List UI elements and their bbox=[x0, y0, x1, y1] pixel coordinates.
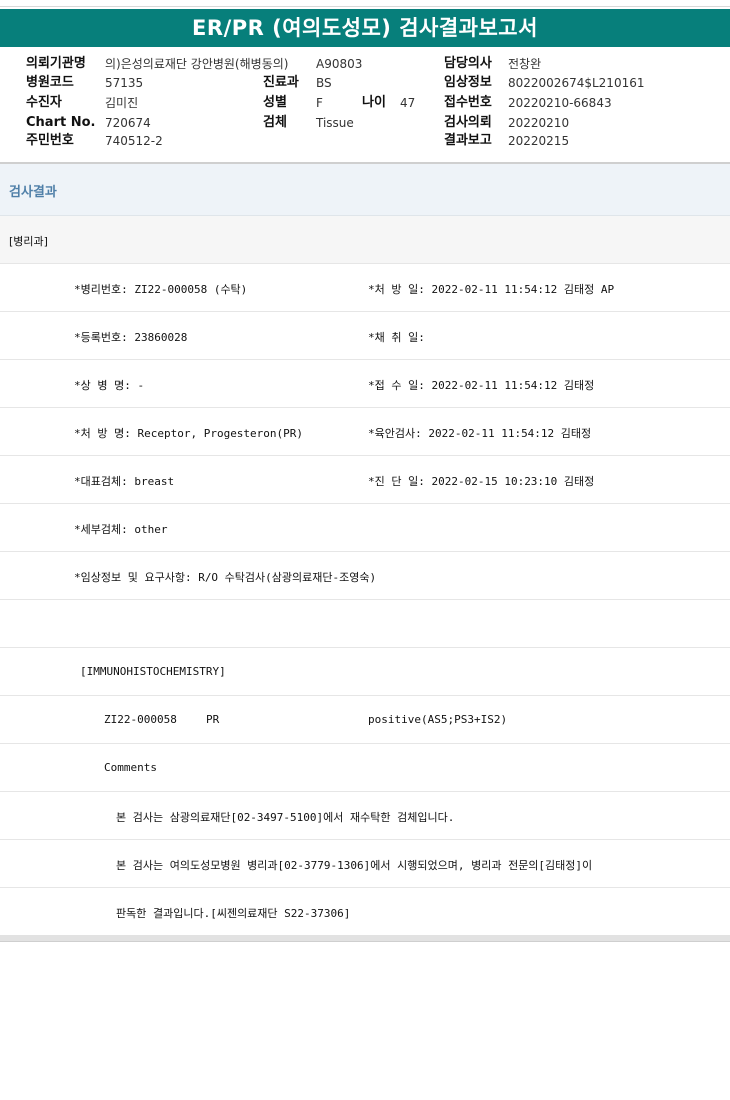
hospital-code: A90803 bbox=[316, 57, 363, 71]
result-row: 본 검사는 여의도성모병원 병리과[02-3779-1306]에서 시행되었으며… bbox=[0, 840, 730, 888]
header-row-1: 의뢰기관명 의)은성의료재단 강안병원(해병동의) A90803 담당의사 전창… bbox=[0, 54, 730, 74]
id-value: 740512-2 bbox=[105, 134, 163, 148]
result-row: *처 방 명: Receptor, Progesteron(PR) *육안검사:… bbox=[0, 408, 730, 456]
ihc-heading: [IMMUNOHISTOCHEMISTRY] bbox=[80, 665, 226, 678]
header-row-5: 주민번호 740512-2 결과보고 20220215 bbox=[0, 131, 730, 151]
ihc-case-number: ZI22-000058 bbox=[104, 713, 177, 726]
order-date: *처 방 일: 2022-02-11 11:54:12 김태정 AP bbox=[368, 283, 615, 296]
report-title: ER/PR (여의도성모) 검사결과보고서 bbox=[0, 9, 730, 47]
patient-value: 김미진 bbox=[105, 96, 139, 110]
order-name: *처 방 명: Receptor, Progesteron(PR) bbox=[74, 427, 304, 440]
result-row: *세부검체: other bbox=[0, 504, 730, 552]
doctor-label: 담당의사 bbox=[444, 56, 492, 71]
section-title-bar: 검사결과 bbox=[0, 164, 730, 216]
dept-value: BS bbox=[316, 76, 332, 90]
receipt-label: 접수번호 bbox=[444, 95, 492, 110]
receipt-date: *접 수 일: 2022-02-11 11:54:12 김태정 bbox=[368, 379, 595, 392]
result-row: *대표검체: breast *진 단 일: 2022-02-15 10:23:1… bbox=[0, 456, 730, 504]
ihc-result: positive(AS5;PS3+IS2) bbox=[368, 713, 508, 726]
code-value: 57135 bbox=[105, 76, 144, 90]
pathology-number: *병리번호: ZI22-000058 (수탁) bbox=[74, 283, 248, 296]
result-row: Comments bbox=[0, 744, 730, 792]
request-label: 검사의뢰 bbox=[444, 115, 492, 130]
specimen-value: Tissue bbox=[316, 116, 354, 130]
chart-value: 720674 bbox=[105, 116, 151, 130]
ihc-marker: PR bbox=[206, 713, 220, 726]
receipt-value: 20220210-66843 bbox=[508, 96, 612, 110]
result-row: *임상정보 및 요구사항: R/O 수탁검사(삼광의료재단-조영숙) bbox=[0, 552, 730, 600]
comment-line-3: 판독한 결과입니다.[씨젠의료재단 S22-37306] bbox=[116, 907, 351, 920]
report-value: 20220215 bbox=[508, 134, 570, 148]
hospital-value: 의)은성의료재단 강안병원(해병동의) bbox=[105, 57, 289, 71]
result-row: [IMMUNOHISTOCHEMISTRY] bbox=[0, 648, 730, 696]
result-row: ZI22-000058 PR positive(AS5;PS3+IS2) bbox=[0, 696, 730, 744]
result-row bbox=[0, 600, 730, 648]
id-label: 주민번호 bbox=[26, 133, 74, 148]
dept-label: 진료과 bbox=[263, 75, 299, 90]
patient-label: 수진자 bbox=[26, 95, 62, 110]
bottom-divider bbox=[0, 935, 730, 942]
specimen-label: 검체 bbox=[263, 115, 287, 130]
report-label: 결과보고 bbox=[444, 133, 492, 148]
diagnosis-name: *상 병 명: - bbox=[74, 379, 145, 392]
header-row-4: Chart No. 720674 검체 Tissue 검사의뢰 20220210 bbox=[0, 113, 730, 133]
comments-heading: Comments bbox=[104, 761, 157, 774]
result-row: *상 병 명: - *접 수 일: 2022-02-11 11:54:12 김태… bbox=[0, 360, 730, 408]
department-label: [병리과] bbox=[9, 235, 48, 248]
header-row-2: 병원코드 57135 진료과 BS 임상정보 8022002674$L21016… bbox=[0, 73, 730, 93]
collection-date: *채 취 일: bbox=[368, 331, 425, 344]
clinical-value: 8022002674$L210161 bbox=[508, 76, 645, 90]
result-row: *병리번호: ZI22-000058 (수탁) *처 방 일: 2022-02-… bbox=[0, 264, 730, 312]
sex-value: F bbox=[316, 96, 323, 110]
hospital-label: 의뢰기관명 bbox=[26, 56, 86, 71]
detail-specimen: *세부검체: other bbox=[74, 523, 168, 536]
diagnosis-date: *진 단 일: 2022-02-15 10:23:10 김태정 bbox=[368, 475, 595, 488]
result-row: 본 검사는 삼광의료재단[02-3497-5100]에서 재수탁한 검체입니다. bbox=[0, 792, 730, 840]
gross-exam-date: *육안검사: 2022-02-11 11:54:12 김태정 bbox=[368, 427, 592, 440]
header-row-3: 수진자 김미진 성별 F 나이 47 접수번호 20220210-66843 bbox=[0, 93, 730, 113]
comment-line-1: 본 검사는 삼광의료재단[02-3497-5100]에서 재수탁한 검체입니다. bbox=[116, 811, 455, 824]
section-title: 검사결과 bbox=[9, 185, 57, 200]
representative-specimen: *대표검체: breast bbox=[74, 475, 175, 488]
clinical-label: 임상정보 bbox=[444, 75, 492, 90]
top-border bbox=[0, 0, 730, 7]
chart-label: Chart No. bbox=[26, 115, 96, 130]
comment-line-2: 본 검사는 여의도성모병원 병리과[02-3779-1306]에서 시행되었으며… bbox=[116, 859, 593, 872]
age-value: 47 bbox=[400, 96, 416, 110]
request-value: 20220210 bbox=[508, 116, 570, 130]
result-row: [병리과] bbox=[0, 216, 730, 264]
registration-number: *등록번호: 23860028 bbox=[74, 331, 188, 344]
result-row: *등록번호: 23860028 *채 취 일: bbox=[0, 312, 730, 360]
code-label: 병원코드 bbox=[26, 75, 74, 90]
sex-label: 성별 bbox=[263, 95, 287, 110]
clinical-request: *임상정보 및 요구사항: R/O 수탁검사(삼광의료재단-조영숙) bbox=[74, 571, 377, 584]
doctor-value: 전창완 bbox=[508, 57, 542, 71]
result-row: 판독한 결과입니다.[씨젠의료재단 S22-37306] bbox=[0, 888, 730, 936]
age-label: 나이 bbox=[362, 95, 386, 110]
